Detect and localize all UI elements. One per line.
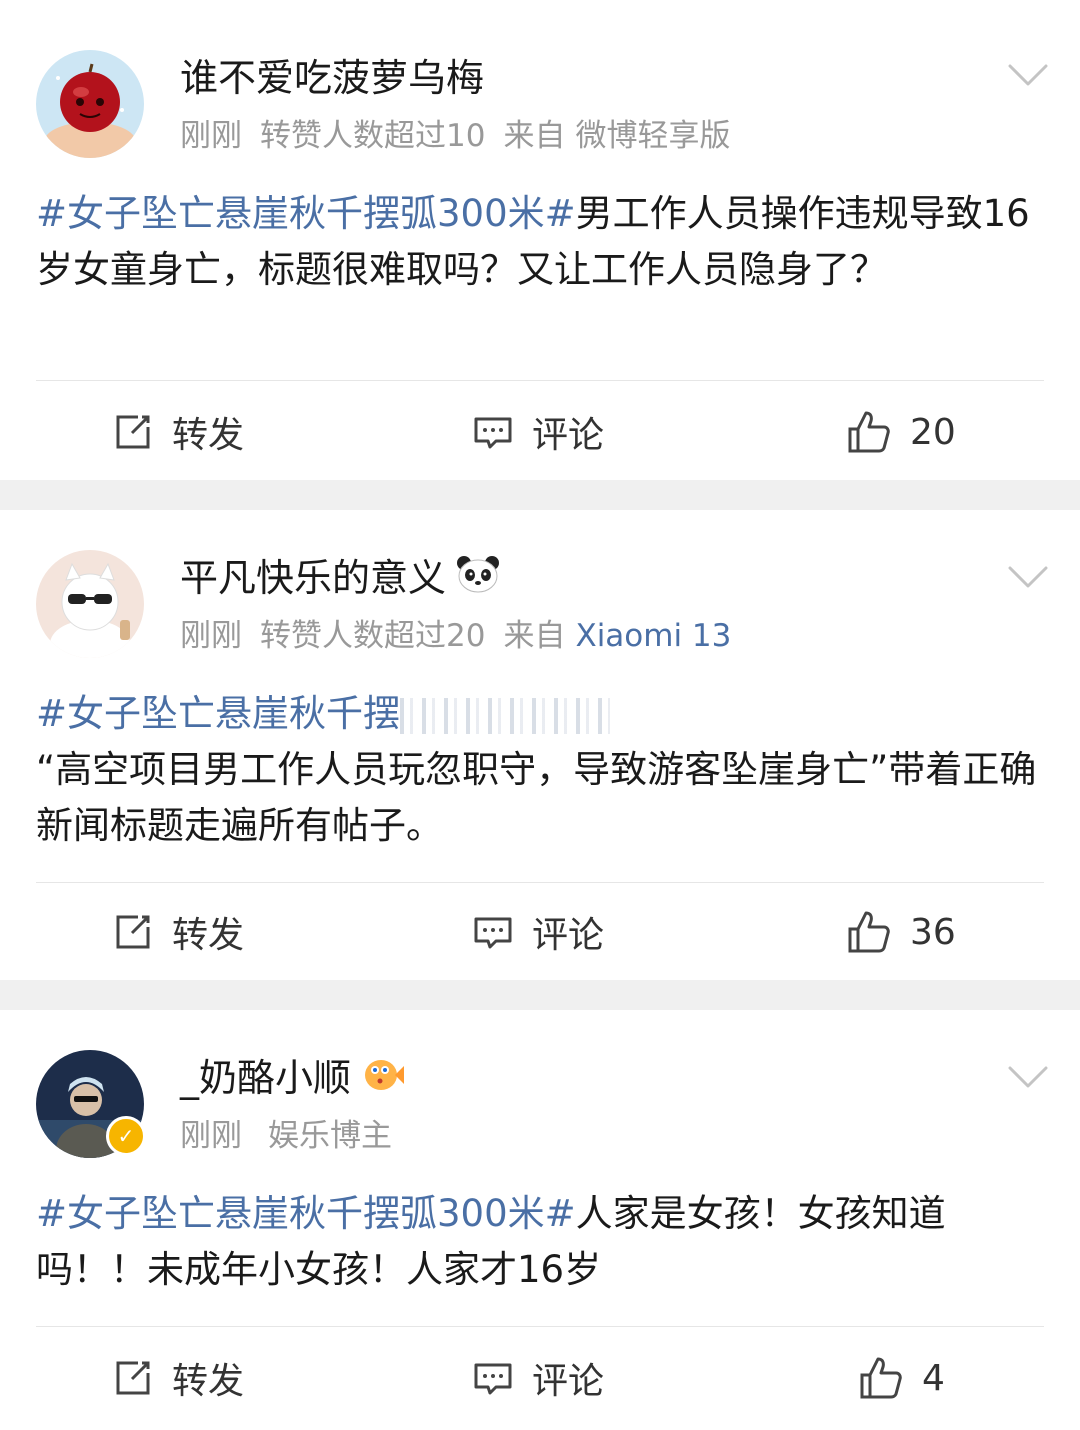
post-body: “高空项目男工作人员玩忽职守，导致游客坠崖身亡”带着正确新闻标题走遍所有帖子。 <box>36 748 1037 847</box>
repost-label: 转发 <box>172 415 245 456</box>
divider <box>36 380 1044 381</box>
like-count: 4 <box>922 1357 945 1399</box>
like-button[interactable]: 36 <box>846 902 956 962</box>
post-meta: 刚刚 转赞人数超过20 来自 Xiaomi 13 <box>180 614 749 658</box>
chevron-down-icon[interactable] <box>1006 1062 1050 1092</box>
repost-button[interactable]: 转发 <box>112 902 244 962</box>
repost-icon <box>116 415 150 449</box>
comment-button[interactable]: 评论 <box>472 402 604 462</box>
repost-info: 转赞人数超过10 <box>260 118 486 154</box>
repost-button[interactable]: 转发 <box>112 1348 244 1408</box>
post-card: ✓ _奶酪小顺 刚刚 娱乐博主 #女子坠亡悬崖秋千摆弧300米#人家是女孩！女孩知… <box>0 1010 1080 1430</box>
chevron-down-icon[interactable] <box>1006 562 1050 592</box>
comment-icon <box>474 917 512 949</box>
post-content: #女子坠亡悬崖秋千摆弧300米#男工作人员操作违规导致16岁女童身亡，标题很难取… <box>36 186 1044 298</box>
comment-label: 评论 <box>532 915 605 956</box>
source-prefix: 来自 <box>503 618 566 654</box>
thumbs-up-icon <box>860 1357 902 1399</box>
comment-label: 评论 <box>532 1361 605 1402</box>
repost-button[interactable]: 转发 <box>112 402 244 462</box>
like-count: 20 <box>910 411 956 453</box>
action-bar: 转发 评论 4 <box>0 1348 1080 1408</box>
user-role: 娱乐博主 <box>268 1118 392 1154</box>
username-text[interactable]: 平凡快乐的意义 <box>180 556 446 600</box>
repost-info: 转赞人数超过20 <box>260 618 486 654</box>
like-button[interactable]: 20 <box>846 402 956 462</box>
thumbs-up-icon <box>848 411 890 453</box>
divider <box>36 882 1044 883</box>
username[interactable]: 谁不爱吃菠萝乌梅 <box>180 52 484 104</box>
hashtag-link[interactable]: #女子坠亡悬崖秋千摆弧300米# <box>36 1192 576 1235</box>
post-meta: 刚刚 娱乐博主 <box>180 1114 410 1158</box>
post-content: #女子坠亡悬崖秋千摆弧300米#人家是女孩！女孩知道吗！！未成年小女孩！人家才1… <box>36 1186 1044 1298</box>
post-time: 刚刚 <box>180 118 242 154</box>
username-text[interactable]: 谁不爱吃菠萝乌梅 <box>180 56 484 100</box>
post-card: 平凡快乐的意义 刚刚 转赞人数超过20 来自 Xiaomi 13 #女子坠亡悬崖秋千摆… <box>0 510 1080 980</box>
action-bar: 转发 评论 36 <box>0 902 1080 962</box>
thumbs-up-icon <box>848 911 890 953</box>
action-bar: 转发 评论 20 <box>0 402 1080 462</box>
post-source[interactable]: Xiaomi 13 <box>575 618 731 654</box>
repost-label: 转发 <box>172 915 245 956</box>
repost-icon <box>116 1361 150 1395</box>
source-prefix: 来自 <box>503 118 566 154</box>
chevron-down-icon[interactable] <box>1006 60 1050 90</box>
hashtag-link[interactable]: #女子坠亡悬崖秋千摆 <box>36 692 400 735</box>
weibo-feed: 谁不爱吃菠萝乌梅 刚刚 转赞人数超过10 来自 微博轻享版 #女子坠亡悬崖秋千摆弧30… <box>0 0 1080 1430</box>
hashtag-link[interactable]: #女子坠亡悬崖秋千摆弧300米# <box>36 192 576 235</box>
verified-badge-icon: ✓ <box>106 1116 146 1156</box>
post-card: 谁不爱吃菠萝乌梅 刚刚 转赞人数超过10 来自 微博轻享版 #女子坠亡悬崖秋千摆弧30… <box>0 0 1080 480</box>
comment-icon <box>474 1363 512 1395</box>
like-count: 36 <box>910 911 956 953</box>
repost-icon <box>116 915 150 949</box>
faded-text-overlay <box>400 697 611 734</box>
panda-emoji-icon <box>456 554 500 607</box>
post-content: #女子坠亡悬崖秋千摆 “高空项目男工作人员玩忽职守，导致游客坠崖身亡”带着正确新… <box>36 686 1044 854</box>
avatar[interactable] <box>36 550 144 658</box>
username[interactable]: 平凡快乐的意义 <box>180 552 500 607</box>
avatar[interactable] <box>36 50 144 158</box>
like-button[interactable]: 4 <box>858 1348 945 1408</box>
divider <box>36 1326 1044 1327</box>
comment-button[interactable]: 评论 <box>472 902 604 962</box>
post-meta: 刚刚 转赞人数超过10 来自 微博轻享版 <box>180 114 748 158</box>
comment-label: 评论 <box>532 415 605 456</box>
post-time: 刚刚 <box>180 618 242 654</box>
username[interactable]: _奶酪小顺 <box>180 1052 405 1107</box>
post-source[interactable]: 微博轻享版 <box>575 118 730 154</box>
pufferfish-emoji-icon <box>361 1054 405 1107</box>
avatar[interactable]: ✓ <box>36 1050 146 1158</box>
post-time: 刚刚 <box>180 1118 242 1154</box>
username-text[interactable]: _奶酪小顺 <box>180 1056 351 1100</box>
comment-button[interactable]: 评论 <box>472 1348 604 1408</box>
repost-label: 转发 <box>172 1361 245 1402</box>
comment-icon <box>474 417 512 449</box>
